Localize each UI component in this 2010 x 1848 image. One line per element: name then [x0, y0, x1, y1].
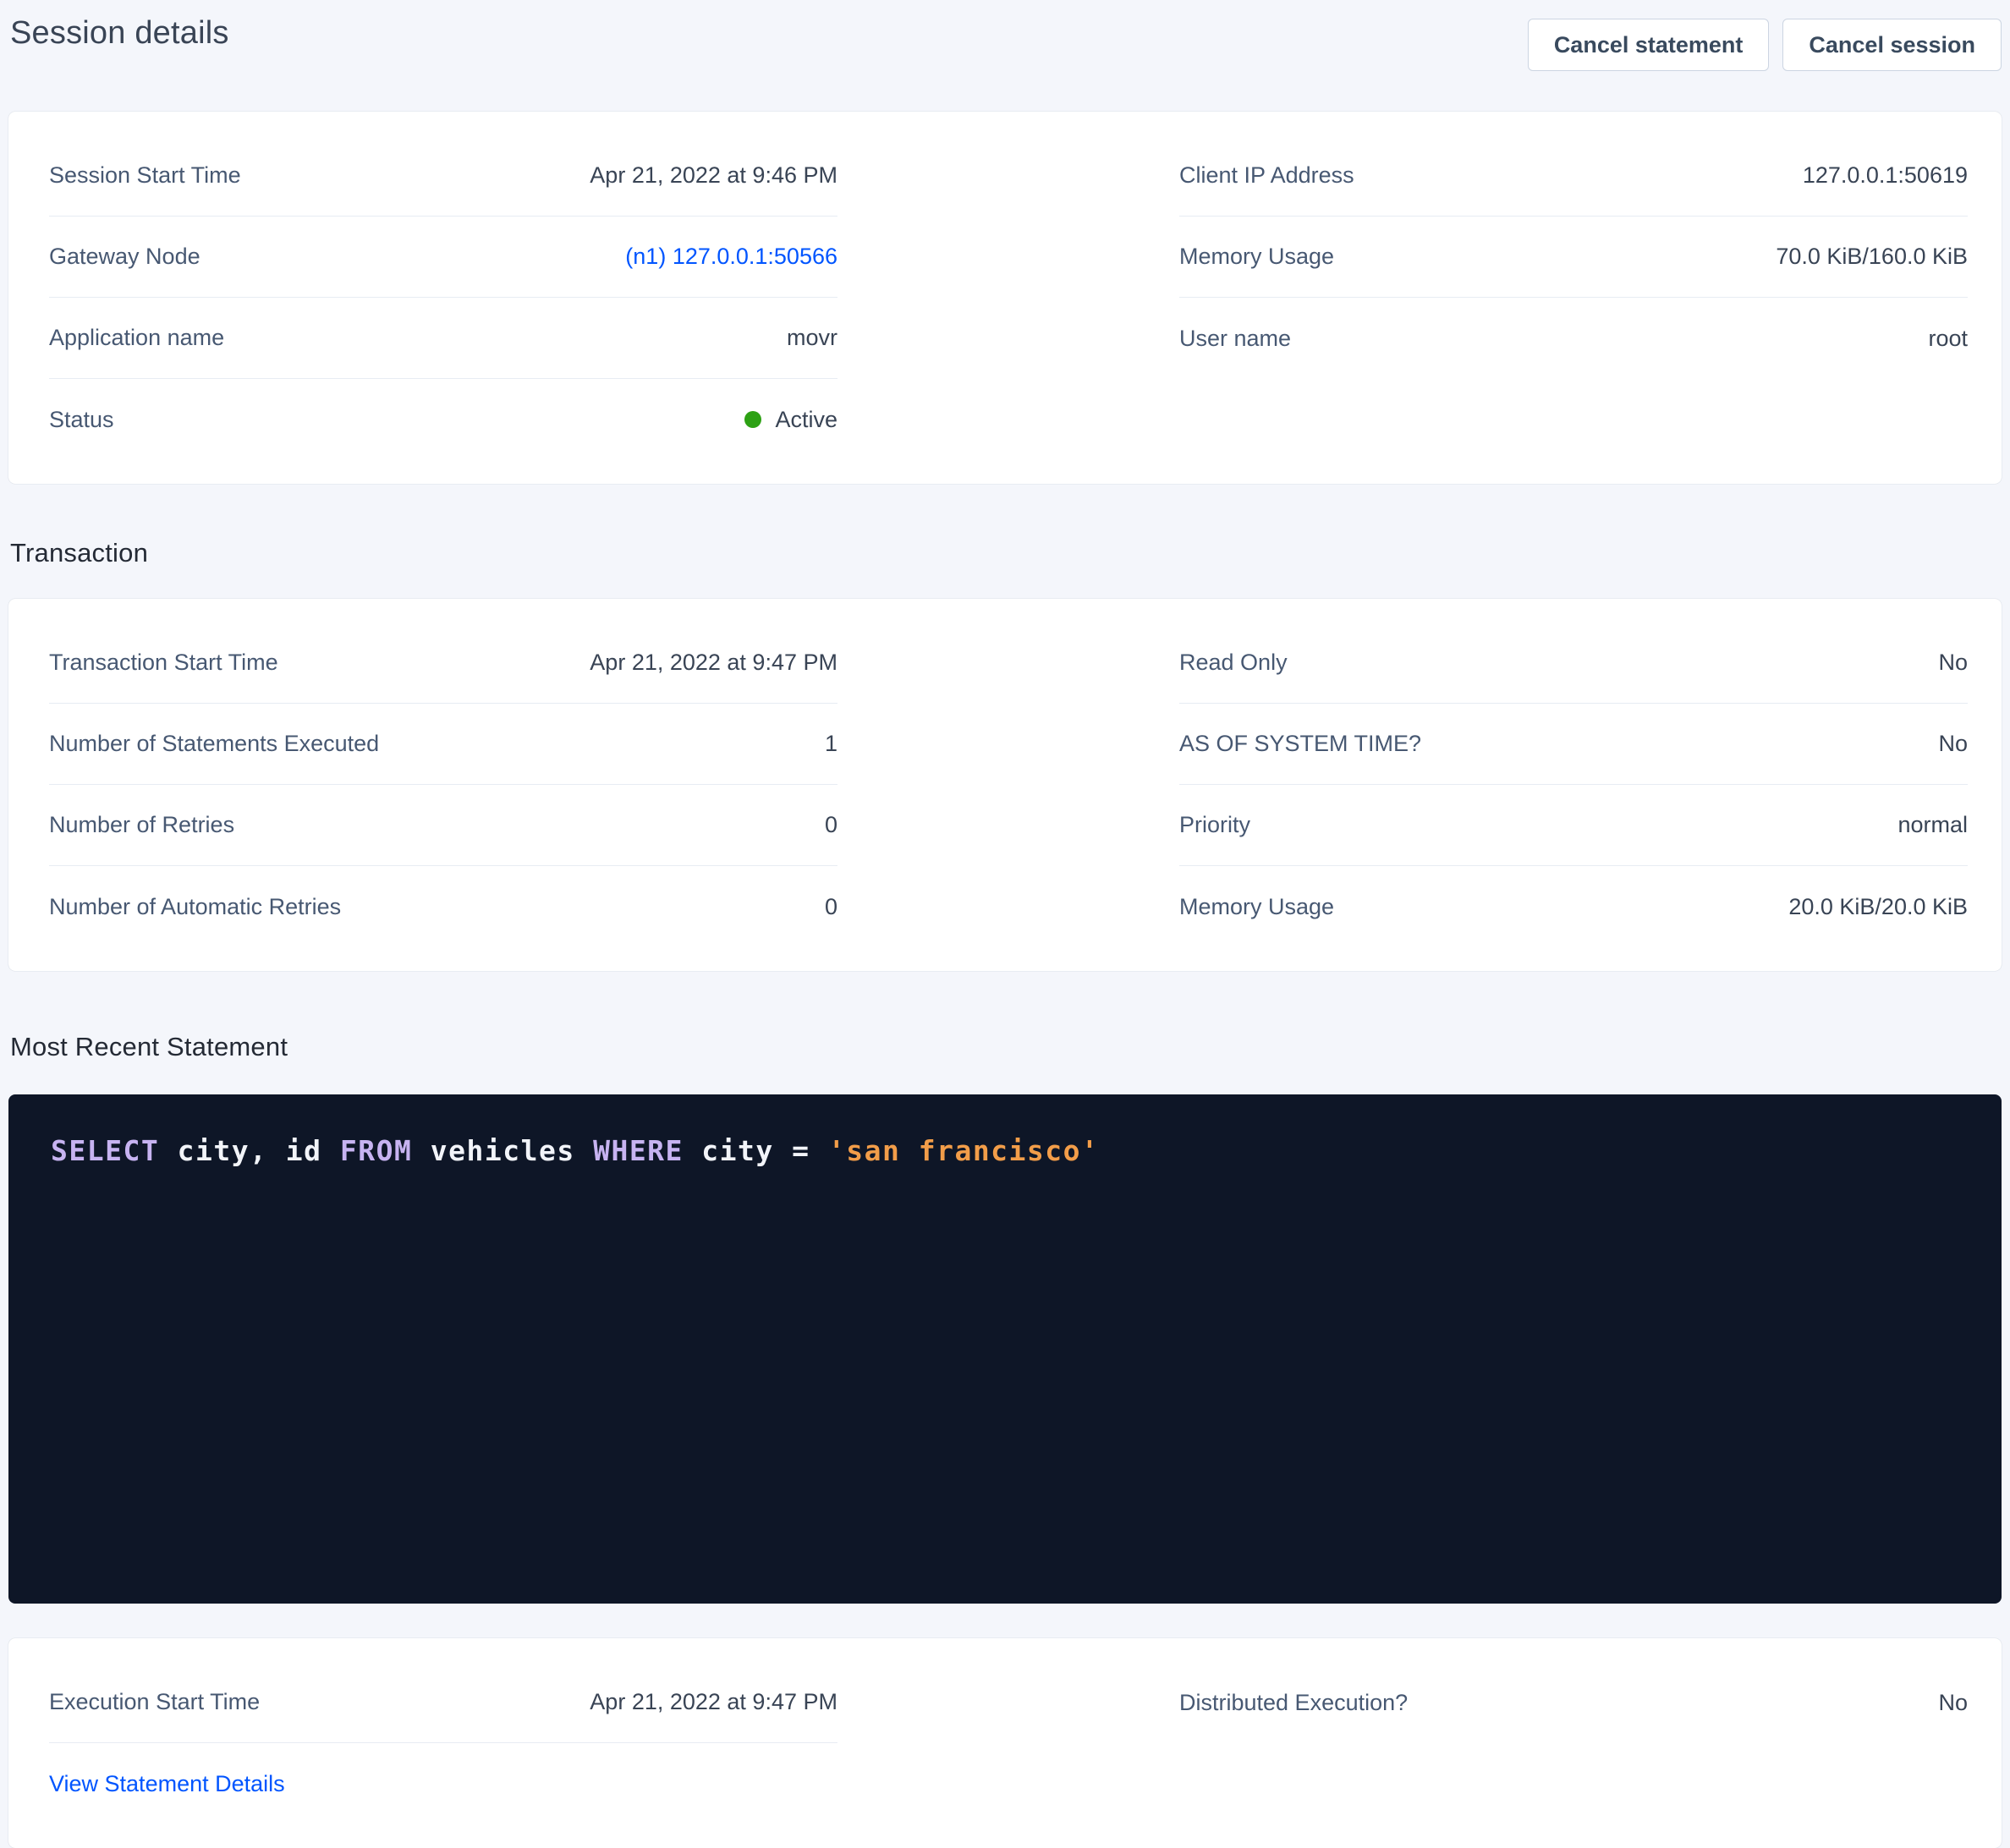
link-gateway-node[interactable]: (n1) 127.0.0.1:50566: [625, 244, 838, 270]
transaction-right-column: Read Only No AS OF SYSTEM TIME? No Priority n…: [1179, 622, 1968, 947]
label-memory-usage: Memory Usage: [1179, 244, 1334, 270]
value-memory-usage: 70.0 KiB/160.0 KiB: [1776, 244, 1968, 270]
label-application-name: Application name: [49, 325, 224, 351]
value-application-name: movr: [787, 325, 838, 351]
sql-token-string: 'san francisco': [828, 1134, 1100, 1167]
status-active-dot: [744, 411, 761, 428]
page-header: Session details Cancel statement Cancel …: [0, 0, 2010, 71]
page-title: Session details: [10, 14, 229, 54]
execution-summary-card: Execution Start Time Apr 21, 2022 at 9:47…: [8, 1638, 2002, 1848]
label-read-only: Read Only: [1179, 650, 1288, 676]
row-status: Status Active: [49, 379, 838, 460]
value-execution-start-time: Apr 21, 2022 at 9:47 PM: [590, 1689, 838, 1715]
execution-left-column: Execution Start Time Apr 21, 2022 at 9:47…: [49, 1662, 838, 1824]
transaction-section-heading: Transaction: [10, 538, 2010, 568]
value-status: Active: [744, 407, 838, 433]
label-execution-start-time: Execution Start Time: [49, 1689, 260, 1715]
row-memory-usage: Memory Usage 70.0 KiB/160.0 KiB: [1179, 217, 1968, 298]
label-priority: Priority: [1179, 812, 1250, 838]
label-number-of-statements-executed: Number of Statements Executed: [49, 731, 379, 757]
statement-section-heading: Most Recent Statement: [10, 1032, 2010, 1062]
cancel-session-button[interactable]: Cancel session: [1782, 19, 2002, 71]
label-user-name: User name: [1179, 326, 1291, 352]
sql-token-keyword: FROM: [340, 1134, 412, 1167]
transaction-summary-card: Transaction Start Time Apr 21, 2022 at 9:…: [8, 599, 2002, 971]
sql-statement-box: SELECT city, id FROM vehicles WHERE city…: [8, 1094, 2002, 1604]
row-client-ip-address: Client IP Address 127.0.0.1:50619: [1179, 135, 1968, 217]
sql-token-plain: city =: [684, 1134, 828, 1167]
row-gateway-node: Gateway Node (n1) 127.0.0.1:50566: [49, 217, 838, 298]
row-distributed-execution: Distributed Execution? No: [1179, 1662, 1968, 1743]
row-user-name: User name root: [1179, 298, 1968, 379]
row-application-name: Application name movr: [49, 298, 838, 379]
view-statement-details-row: View Statement Details: [49, 1743, 838, 1824]
value-number-of-automatic-retries: 0: [825, 894, 838, 920]
sql-statement-text: SELECT city, id FROM vehicles WHERE city…: [51, 1132, 1959, 1171]
label-distributed-execution: Distributed Execution?: [1179, 1690, 1408, 1716]
value-as-of-system-time: No: [1938, 731, 1968, 757]
value-number-of-retries: 0: [825, 812, 838, 838]
execution-rows: Execution Start Time Apr 21, 2022 at 9:47…: [49, 1662, 838, 1743]
row-memory-usage: Memory Usage 20.0 KiB/20.0 KiB: [1179, 866, 1968, 947]
label-gateway-node: Gateway Node: [49, 244, 200, 270]
value-priority: normal: [1897, 812, 1968, 838]
value-transaction-start-time: Apr 21, 2022 at 9:47 PM: [590, 650, 838, 676]
sql-token-plain: city, id: [159, 1134, 340, 1167]
label-transaction-start-time: Transaction Start Time: [49, 650, 278, 676]
row-read-only: Read Only No: [1179, 622, 1968, 704]
label-number-of-automatic-retries: Number of Automatic Retries: [49, 894, 341, 920]
session-summary-card: Session Start Time Apr 21, 2022 at 9:46 P…: [8, 112, 2002, 484]
row-transaction-start-time: Transaction Start Time Apr 21, 2022 at 9:…: [49, 622, 838, 704]
value-user-name: root: [1928, 326, 1968, 352]
value-number-of-statements-executed: 1: [825, 731, 838, 757]
session-summary-right-column: Client IP Address 127.0.0.1:50619 Memory U…: [1179, 135, 1968, 460]
value-client-ip-address: 127.0.0.1:50619: [1803, 162, 1968, 189]
value-distributed-execution: No: [1938, 1690, 1968, 1716]
label-session-start-time: Session Start Time: [49, 162, 241, 189]
row-as-of-system-time: AS OF SYSTEM TIME? No: [1179, 704, 1968, 785]
sql-token-keyword: WHERE: [593, 1134, 684, 1167]
row-priority: Priority normal: [1179, 785, 1968, 866]
row-number-of-automatic-retries: Number of Automatic Retries 0: [49, 866, 838, 947]
row-number-of-retries: Number of Retries 0: [49, 785, 838, 866]
session-summary-left-column: Session Start Time Apr 21, 2022 at 9:46 P…: [49, 135, 838, 460]
row-execution-start-time: Execution Start Time Apr 21, 2022 at 9:47…: [49, 1662, 838, 1743]
label-client-ip-address: Client IP Address: [1179, 162, 1354, 189]
header-actions: Cancel statement Cancel session: [1528, 14, 2002, 71]
row-session-start-time: Session Start Time Apr 21, 2022 at 9:46 P…: [49, 135, 838, 217]
transaction-left-column: Transaction Start Time Apr 21, 2022 at 9:…: [49, 622, 838, 947]
value-session-start-time: Apr 21, 2022 at 9:46 PM: [590, 162, 838, 189]
value-read-only: No: [1938, 650, 1968, 676]
view-statement-details-link[interactable]: View Statement Details: [49, 1771, 285, 1797]
value-memory-usage: 20.0 KiB/20.0 KiB: [1788, 894, 1968, 920]
label-as-of-system-time: AS OF SYSTEM TIME?: [1179, 731, 1421, 757]
row-number-of-statements-executed: Number of Statements Executed 1: [49, 704, 838, 785]
sql-token-plain: vehicles: [412, 1134, 593, 1167]
label-status: Status: [49, 407, 114, 433]
sql-token-keyword: SELECT: [51, 1134, 159, 1167]
label-memory-usage: Memory Usage: [1179, 894, 1334, 920]
label-number-of-retries: Number of Retries: [49, 812, 234, 838]
execution-right-column: Distributed Execution? No: [1179, 1662, 1968, 1824]
cancel-statement-button[interactable]: Cancel statement: [1528, 19, 1770, 71]
